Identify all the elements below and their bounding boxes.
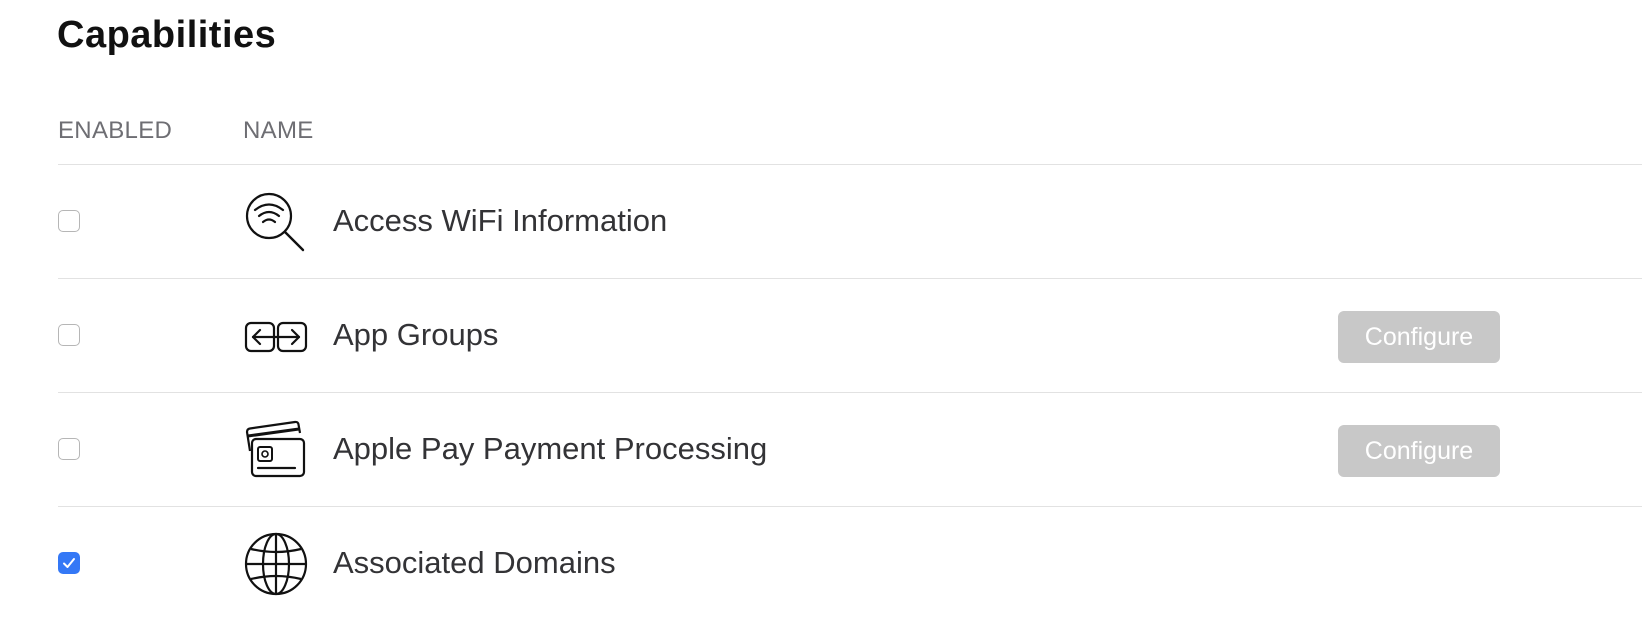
capability-row-associated-domains: Associated Domains	[58, 507, 1642, 620]
globe-icon	[243, 531, 309, 597]
checkmark-icon	[63, 558, 75, 568]
capability-name: Apple Pay Payment Processing	[333, 431, 768, 466]
capability-name: Associated Domains	[333, 545, 616, 580]
capabilities-table: Access WiFi Information App Groups Confi…	[58, 164, 1642, 620]
enabled-checkbox[interactable]	[58, 210, 80, 232]
enabled-checkbox[interactable]	[58, 438, 80, 460]
page-title: Capabilities	[57, 14, 277, 56]
configure-button[interactable]: Configure	[1338, 425, 1500, 477]
payment-cards-icon	[243, 417, 309, 483]
enabled-checkbox[interactable]	[58, 552, 80, 574]
wifi-search-icon	[243, 189, 309, 255]
capability-name: Access WiFi Information	[333, 203, 668, 238]
capability-row-app-groups: App Groups Configure	[58, 279, 1642, 393]
column-header-name: NAME	[243, 117, 314, 144]
app-groups-icon	[243, 303, 309, 369]
capability-row-access-wifi-information: Access WiFi Information	[58, 165, 1642, 279]
capability-row-apple-pay-payment-processing: Apple Pay Payment Processing Configure	[58, 393, 1642, 507]
enabled-checkbox[interactable]	[58, 324, 80, 346]
capability-name: App Groups	[333, 317, 499, 352]
column-header-enabled: ENABLED	[58, 117, 173, 144]
configure-button[interactable]: Configure	[1338, 311, 1500, 363]
